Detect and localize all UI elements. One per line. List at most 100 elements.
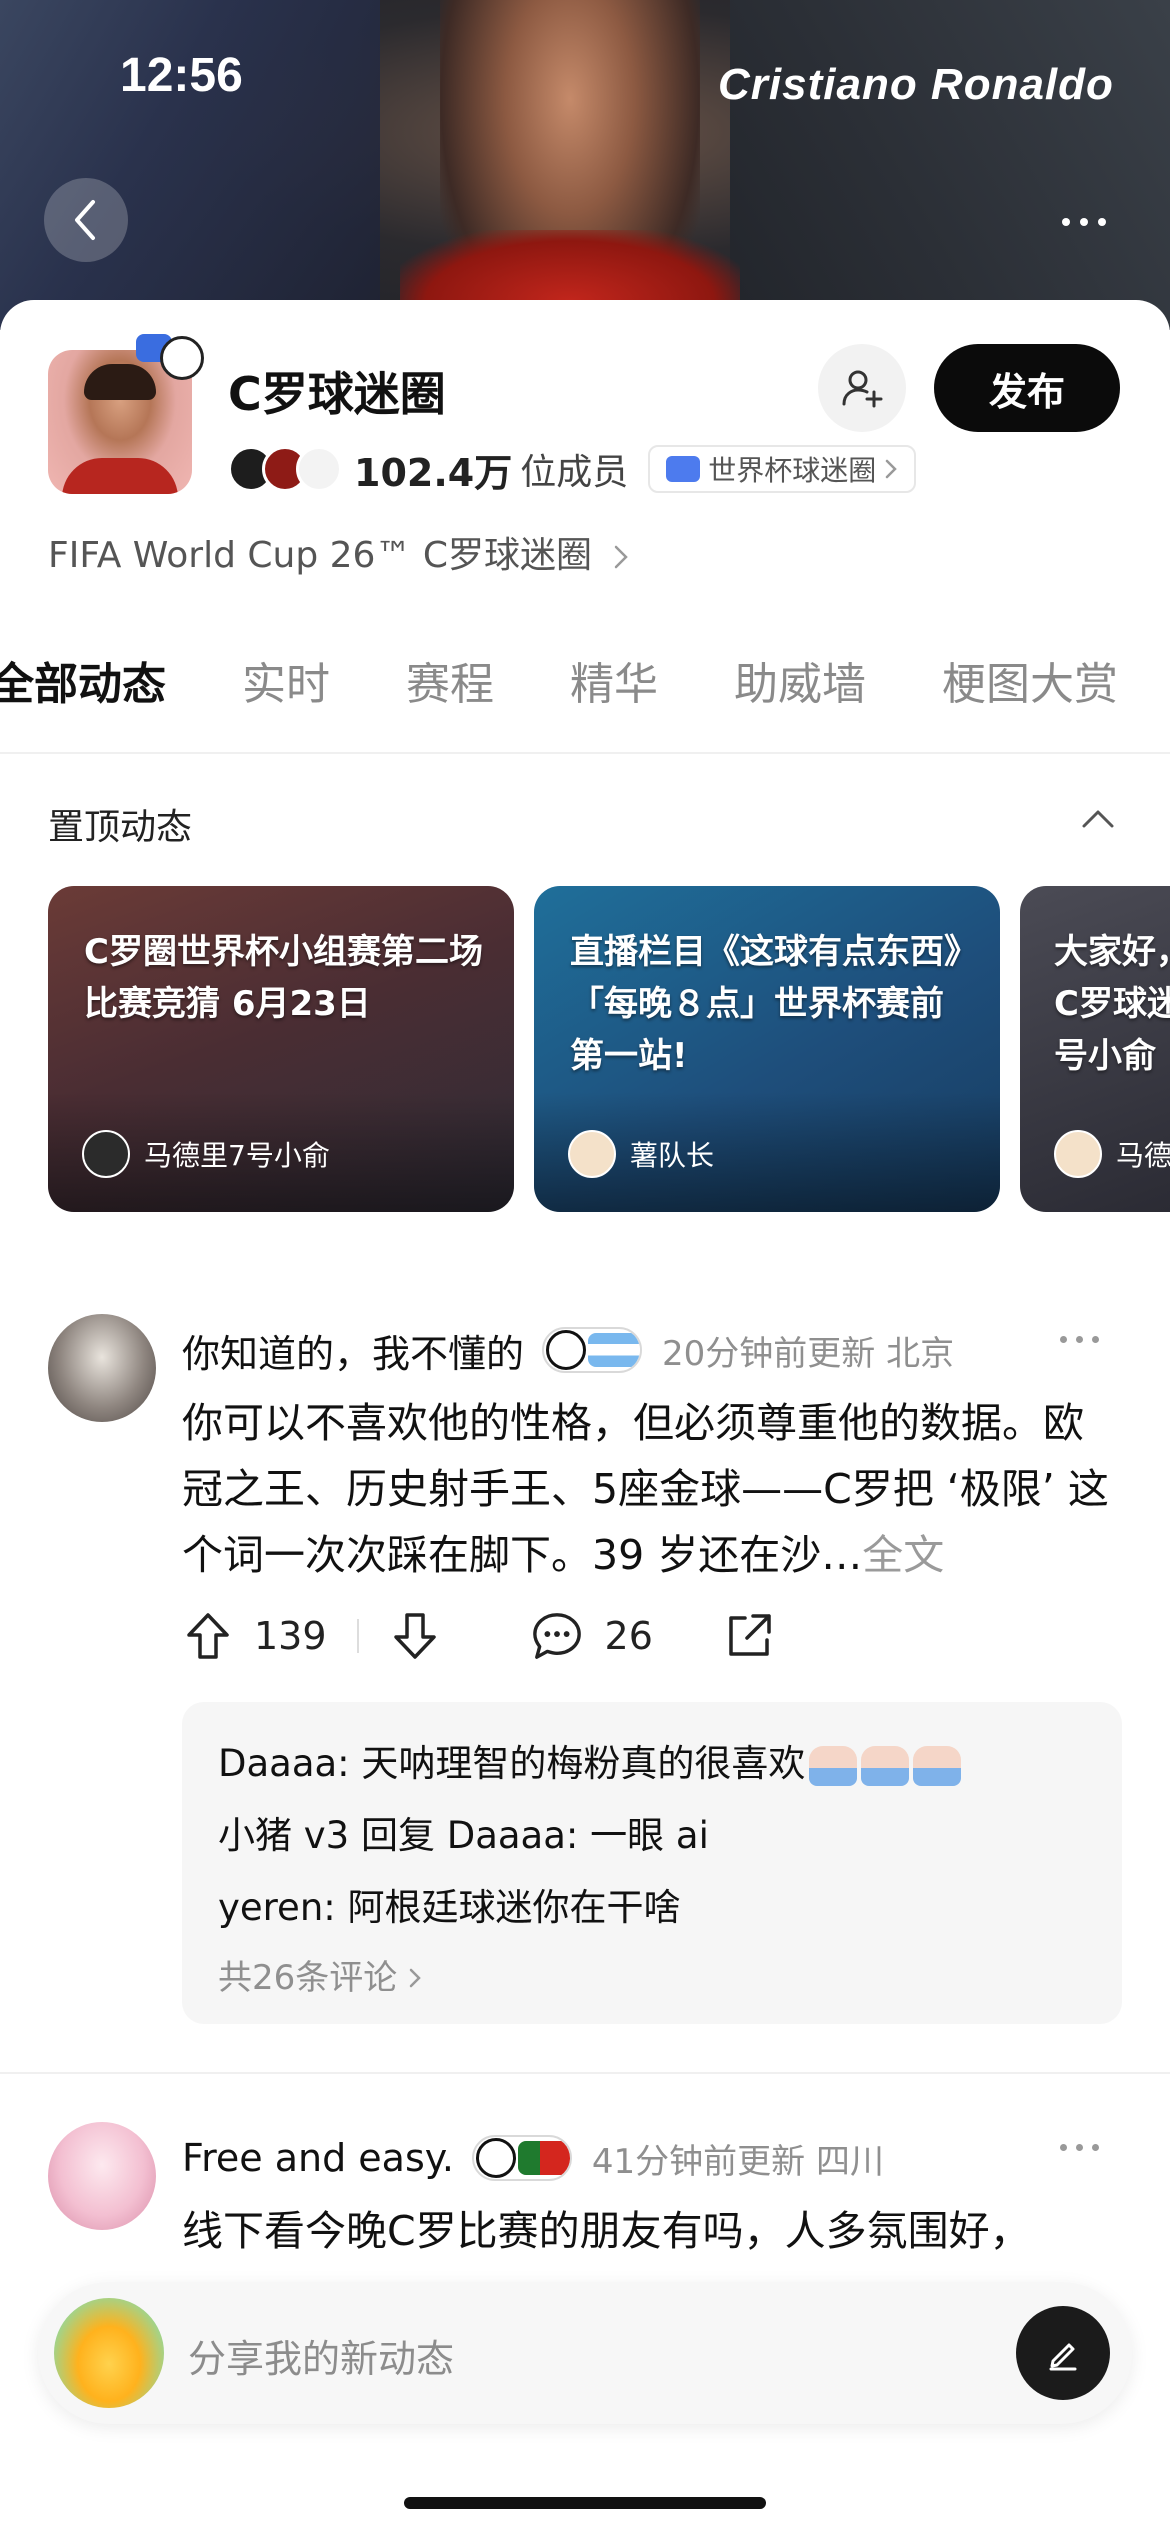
more-button[interactable] [1042,192,1126,252]
tab-bar: 全部动态 实时 赛程 精华 助威墙 梗图大赏 [0,640,1170,720]
arrow-up-icon [187,1613,229,1659]
post-more-button[interactable] [1060,1336,1099,1343]
comment-count: 26 [604,1614,653,1658]
author-name: 马德 [1116,1139,1170,1172]
tab-all[interactable]: 全部动态 [0,648,166,712]
member-unit: 位成员 [520,452,629,493]
pencil-icon [1049,2343,1077,2371]
tab-memes[interactable]: 梗图大赏 [942,648,1118,712]
home-indicator [404,2497,766,2509]
pinned-card-text: 直播栏目《这球有点东西》「每晚８点」世界杯赛前第一站! [570,932,961,1076]
post-text: 线下看今晚C罗比赛的朋友有吗，人多氛围好， [182,2207,1031,2255]
tab-cheer-wall[interactable]: 助威墙 [734,648,866,712]
chevron-right-icon [409,1968,421,1988]
tab-schedule[interactable]: 赛程 [406,648,494,712]
circle-badge-icon [136,330,204,386]
add-person-icon [842,370,883,408]
compose-button[interactable] [1016,2306,1110,2400]
full-text-link[interactable]: 全文 [862,1531,944,1579]
follow-button[interactable] [818,344,906,432]
speech-bubble-icon [532,1613,581,1659]
pinned-card-author: 马德 [1054,1130,1170,1178]
post-text: 你可以不喜欢他的性格，但必须尊重他的数据。欧冠之王、历史射手王、5座金球——C罗… [182,1399,1109,1579]
author-name: 薯队长 [630,1139,715,1172]
more-dot [1062,218,1070,226]
chevron-left-icon [75,200,95,240]
post-more-button[interactable] [1060,2144,1099,2151]
group-tag[interactable]: 世界杯球迷圈 [648,445,917,493]
football-icon [546,1330,587,1370]
more-dot [1076,2144,1083,2151]
comment-line: Daaaa: 天呐理智的梅粉真的很喜欢 [218,1728,1086,1800]
group-tag-label: 世界杯球迷圈 [708,454,877,487]
post-meta: 20分钟前更新 北京 [662,1333,955,1374]
banner-brand-text: Cristiano Ronaldo [718,60,1114,109]
post-header: 你知道的，我不懂的 20分钟前更新 北京 [182,1324,954,1376]
argentina-flag-icon [588,1333,641,1367]
post-author-name[interactable]: 你知道的，我不懂的 [182,1323,524,1378]
crying-emoji-icon [809,1745,858,1786]
member-row[interactable]: 102.4万 位成员 世界杯球迷圈 [228,444,917,495]
portugal-flag-icon [517,2141,570,2175]
crying-emoji-icon [913,1745,962,1786]
header-banner: 12:56 Cristiano Ronaldo [0,0,1170,330]
tab-realtime[interactable]: 实时 [242,648,330,712]
chevron-right-icon [885,459,898,479]
pinned-card-author: 薯队长 [568,1130,714,1178]
post-body[interactable]: 你可以不喜欢他的性格，但必须尊重他的数据。欧冠之王、历史射手王、5座金球——C罗… [182,1390,1122,1588]
member-avatar [296,446,342,492]
more-dot [1098,218,1106,226]
composer-placeholder: 分享我的新动态 [188,2337,455,2381]
pinned-card-author: 马德里7号小俞 [82,1130,330,1178]
back-button[interactable] [44,178,128,262]
upvote-count: 139 [254,1614,327,1658]
upvote-button[interactable] [182,1610,234,1662]
comment-line: yeren: 阿根廷球迷你在干啥 [218,1886,681,1929]
pinned-card[interactable]: 直播栏目《这球有点东西》「每晚８点」世界杯赛前第一站! 薯队长 [534,886,1000,1212]
all-comments-label: 共26条评论 [218,1958,398,1998]
author-name: 马德里7号小俞 [144,1139,330,1172]
member-count: 102.4万 [354,450,513,495]
chevron-right-icon [614,545,628,569]
more-dot [1060,1336,1067,1343]
more-dot [1060,2144,1067,2151]
post-author-avatar[interactable] [48,1314,156,1422]
more-dot [1092,1336,1099,1343]
pinned-card-text: 大家好，C罗球迷7号小俞 [1054,932,1170,1076]
comment-line: 小猪 v3 回复 Daaaa: 一眼 ai [218,1814,709,1857]
composer-bar[interactable]: 分享我的新动态 [38,2282,1132,2424]
tab-featured[interactable]: 精华 [570,648,658,712]
author-avatar [1054,1130,1102,1178]
more-dot [1080,218,1088,226]
football-icon [475,2138,516,2178]
crying-emoji-icon [861,1745,910,1786]
avatar-shirt [62,458,178,494]
banner-crowd-right [730,0,1170,330]
comment-button[interactable] [531,1610,583,1662]
share-button[interactable] [723,1610,775,1662]
pinned-card-text: C罗圈世界杯小组赛第二场比赛竞猜 6月23日 [84,932,483,1024]
user-avatar [54,2298,164,2408]
all-comments-link[interactable]: 共26条评论 [218,1944,1086,2012]
circle-subtitle-link[interactable]: FIFA World Cup 26™ C罗球迷圈 [48,526,630,578]
chevron-up-icon[interactable] [1076,798,1120,842]
more-dot [1076,1336,1083,1343]
more-dot [1092,2144,1099,2151]
comment-preview[interactable]: Daaaa: 天呐理智的梅粉真的很喜欢 小猪 v3 回复 Daaaa: 一眼 a… [182,1702,1122,2024]
post-meta: 41分钟前更新 四川 [591,2141,884,2182]
post-header: Free and easy. 41分钟前更新 四川 [182,2132,884,2184]
post-author-name[interactable]: Free and easy. [182,2136,454,2180]
post-author-avatar[interactable] [48,2122,156,2230]
downvote-button[interactable] [389,1610,441,1662]
publish-button[interactable]: 发布 [934,344,1120,432]
author-avatar [568,1130,616,1178]
pinned-card[interactable]: C罗圈世界杯小组赛第二场比赛竞猜 6月23日 马德里7号小俞 [48,886,514,1212]
action-separator [356,1619,359,1653]
status-time: 12:56 [120,49,243,102]
football-badge-icon [160,336,204,380]
post-divider [0,2072,1170,2074]
pinned-card[interactable]: 大家好，C罗球迷7号小俞 马德 [1020,886,1170,1212]
group-chat-icon [666,456,701,482]
circle-name: C罗球迷圈 [228,367,446,421]
circle-subtitle: FIFA World Cup 26™ C罗球迷圈 [48,535,593,576]
